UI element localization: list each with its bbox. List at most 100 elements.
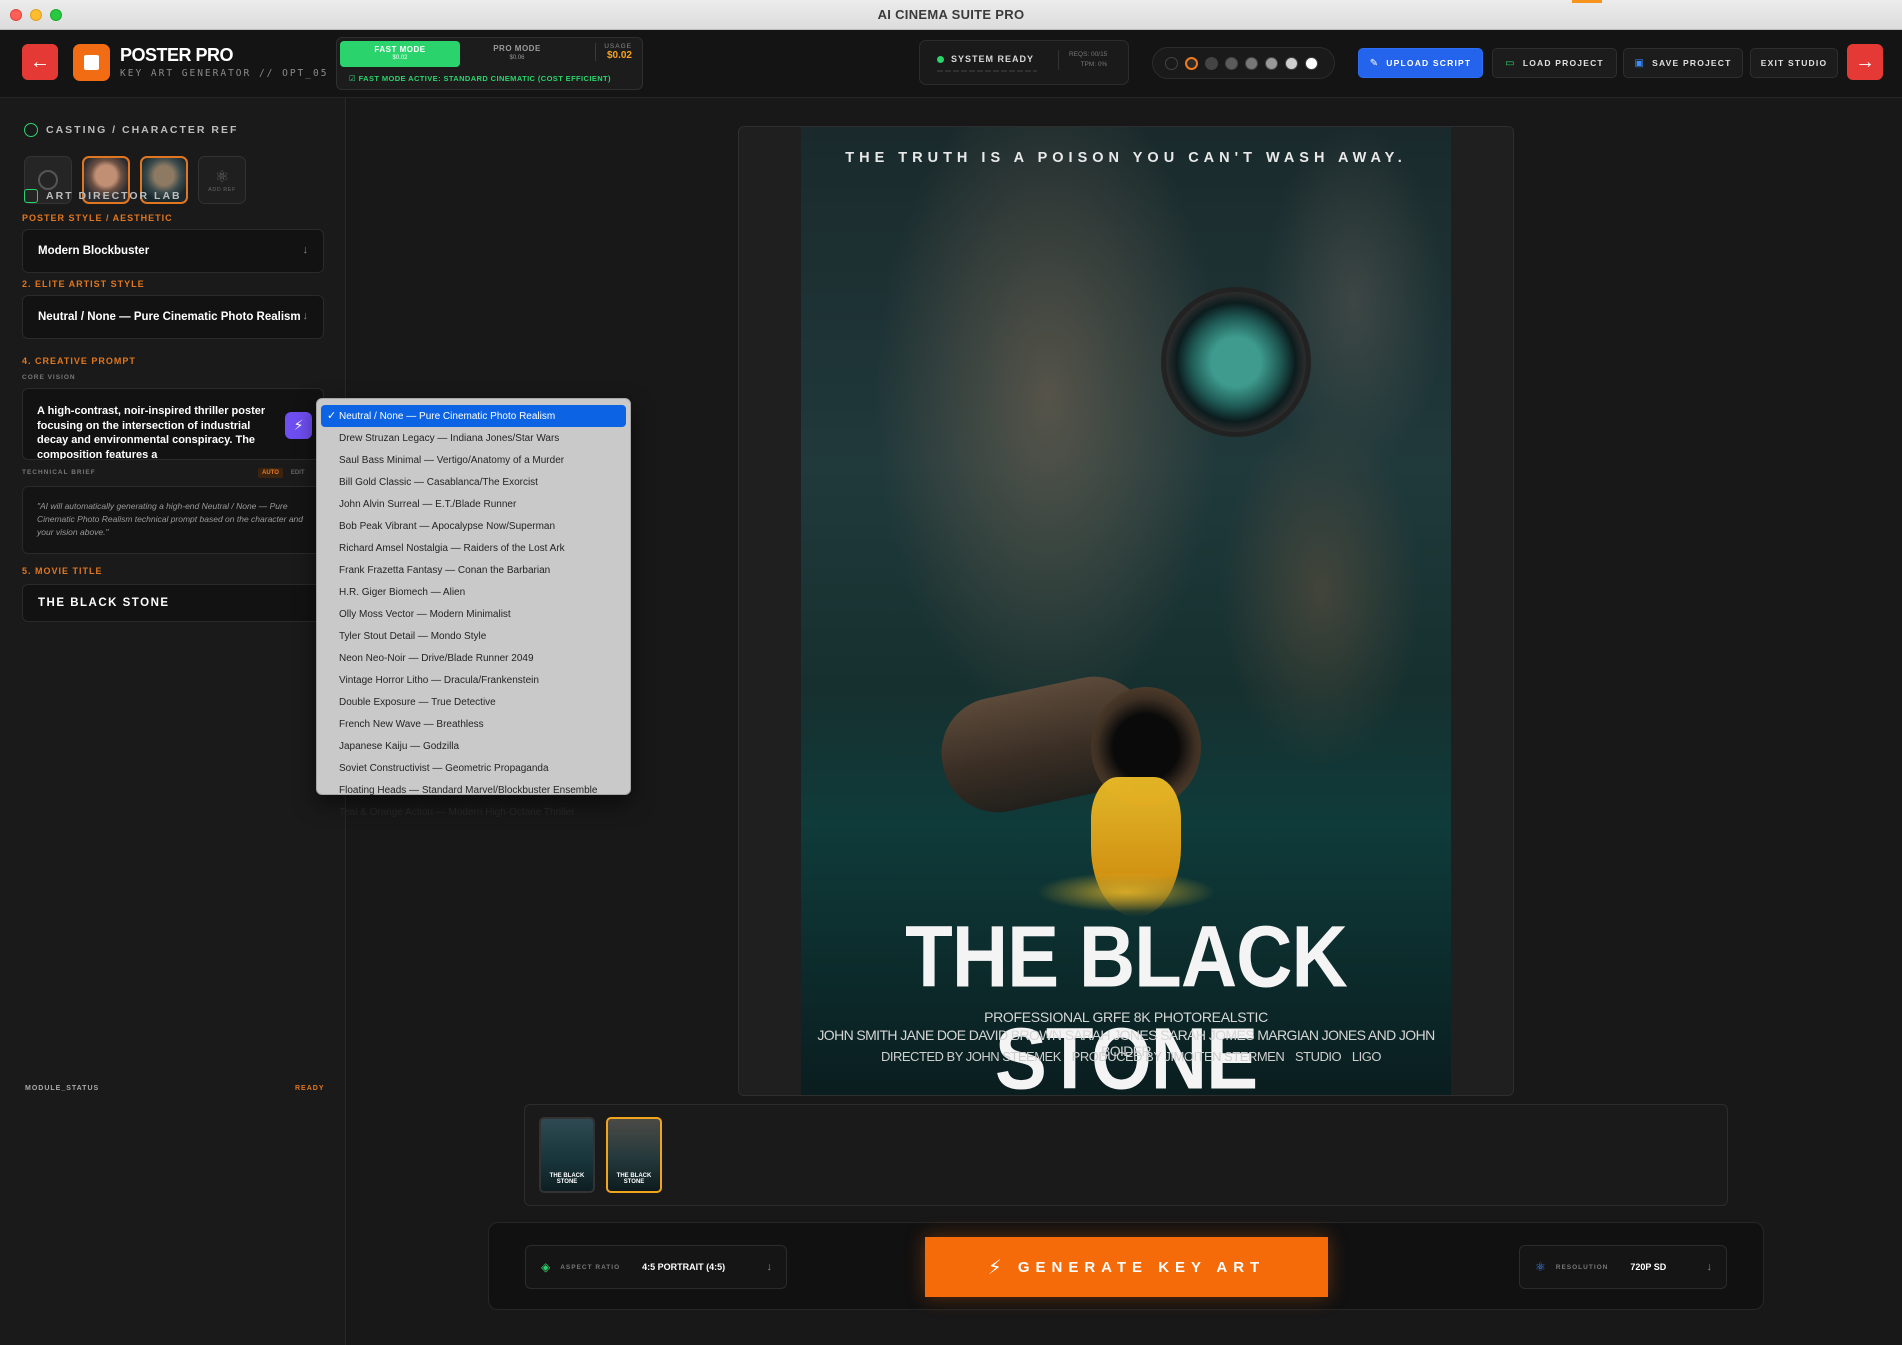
tone-swatch[interactable] (1265, 56, 1278, 70)
dropdown-option[interactable]: Tyler Stout Detail — Mondo Style (321, 625, 626, 647)
pro-mode-button[interactable]: PRO MODE $0.06 (467, 44, 567, 61)
save-icon: ▣ (1634, 57, 1646, 69)
back-button[interactable]: ← (22, 44, 58, 80)
load-project-button[interactable]: ▭ LOAD PROJECT (1492, 48, 1617, 78)
system-load-bar (937, 70, 1037, 72)
mode-selector: FAST MODE $0.02 PRO MODE $0.06 USAGE $0.… (336, 37, 643, 90)
technical-brief-label: TECHNICAL BRIEF (22, 469, 96, 476)
enhance-prompt-button[interactable]: ⚡ (285, 412, 312, 439)
save-project-button[interactable]: ▣ SAVE PROJECT (1623, 48, 1743, 78)
generation-control-bar: ◈ ASPECT RATIO 4:5 PORTRAIT (4:5) ↓ ⚡ GE… (488, 1222, 1764, 1310)
history-thumbnail-2[interactable]: THE BLACK STONE (606, 1117, 662, 1193)
edit-tag[interactable]: EDIT (287, 468, 309, 478)
mode-status-message: ☑ FAST MODE ACTIVE: STANDARD CINEMATIC (… (349, 74, 611, 83)
add-ref-label: ADD REF (208, 187, 236, 193)
check-icon: ☑ (349, 74, 359, 83)
fast-mode-button[interactable]: FAST MODE $0.02 (340, 41, 460, 67)
poster-preview-frame: THE TRUTH IS A POISON YOU CAN'T WASH AWA… (738, 126, 1514, 1096)
tone-swatch[interactable] (1165, 56, 1178, 70)
creative-prompt-label: 4. CREATIVE PROMPT (22, 356, 136, 366)
core-vision-textarea[interactable]: A high-contrast, noir-inspired thriller … (22, 388, 324, 460)
user-placeholder-icon (38, 170, 58, 190)
folder-icon: ▭ (1505, 57, 1516, 69)
arrow-left-icon: ← (30, 50, 50, 73)
requests-count: REQS: 00/15 (1069, 51, 1108, 58)
tone-swatch[interactable] (1285, 56, 1298, 70)
system-stats: REQS: 00/15 TPM: 0% (1058, 50, 1107, 70)
dropdown-option[interactable]: Drew Struzan Legacy — Indiana Jones/Star… (321, 427, 626, 449)
dropdown-option[interactable]: Bob Peak Vibrant — Apocalypse Now/Superm… (321, 515, 626, 537)
layers-icon: ◈ (541, 1260, 551, 1274)
fast-mode-price: $0.02 (392, 55, 408, 61)
exit-studio-button[interactable]: EXIT STUDIO (1750, 48, 1838, 78)
poster-preview: THE TRUTH IS A POISON YOU CAN'T WASH AWA… (801, 127, 1451, 1095)
dropdown-option[interactable]: Bill Gold Classic — Casablanca/The Exorc… (321, 471, 626, 493)
dropdown-option[interactable]: Saul Bass Minimal — Vertigo/Anatomy of a… (321, 449, 626, 471)
poster-style-select[interactable]: Modern Blockbuster ↓ (22, 229, 324, 273)
aspect-ratio-select[interactable]: ◈ ASPECT RATIO 4:5 PORTRAIT (4:5) ↓ (525, 1245, 787, 1289)
auto-tag[interactable]: AUTO (258, 468, 283, 478)
dropdown-option[interactable]: John Alvin Surreal — E.T./Blade Runner (321, 493, 626, 515)
poster-director-credit: DIRECTED BY JOHN STEEMEK (881, 1049, 1061, 1064)
tone-swatch[interactable] (1305, 56, 1318, 70)
dropdown-option[interactable]: Floating Heads — Standard Marvel/Blockbu… (321, 779, 626, 801)
fast-mode-label: FAST MODE (374, 45, 426, 54)
tpm-value: TPM: 0% (1080, 61, 1108, 68)
minimize-window-button[interactable] (30, 9, 42, 21)
forward-button[interactable]: → (1847, 44, 1883, 80)
tone-swatch[interactable] (1185, 56, 1198, 70)
dropdown-option[interactable]: Vintage Horror Litho — Dracula/Frankenst… (321, 669, 626, 691)
lightning-icon: ⚡ (293, 417, 304, 433)
dropdown-option[interactable]: Neon Neo-Noir — Drive/Blade Runner 2049 (321, 647, 626, 669)
artist-style-label: 2. ELITE ARTIST STYLE (22, 279, 145, 289)
tone-swatch[interactable] (1245, 56, 1258, 70)
app-title: POSTER PRO (120, 45, 234, 65)
app-header: ← POSTER PRO KEY ART GENERATOR // OPT_05… (0, 30, 1902, 98)
app-subtitle: KEY ART GENERATOR // OPT_05 (120, 68, 329, 79)
generate-key-art-label: GENERATE KEY ART (1017, 1258, 1266, 1276)
thumbnail-label: THE BLACK STONE (616, 1173, 652, 1185)
core-vision-text: A high-contrast, noir-inspired thriller … (37, 405, 266, 460)
mode-status-text: FAST MODE ACTIVE: STANDARD CINEMATIC (CO… (358, 74, 611, 83)
system-status-text: SYSTEM READY (951, 54, 1035, 64)
history-thumbnail-1[interactable]: THE BLACK STONE (539, 1117, 595, 1193)
dropdown-option[interactable]: Olly Moss Vector — Modern Minimalist (321, 603, 626, 625)
movie-title-input[interactable]: THE BLACK STONE (22, 584, 324, 622)
dropdown-option[interactable]: Soviet Constructivist — Geometric Propag… (321, 757, 626, 779)
upload-script-button[interactable]: ✎ UPLOAD SCRIPT (1358, 48, 1483, 78)
dropdown-option[interactable]: Neutral / None — Pure Cinematic Photo Re… (321, 405, 626, 427)
tone-swatch[interactable] (1205, 56, 1218, 70)
artist-style-dropdown-menu: Neutral / None — Pure Cinematic Photo Re… (316, 398, 631, 818)
save-project-label: SAVE PROJECT (1652, 58, 1732, 68)
tone-swatch[interactable] (1225, 56, 1238, 70)
arrow-right-icon: → (1855, 50, 1875, 73)
generate-key-art-button[interactable]: ⚡ GENERATE KEY ART (925, 1237, 1328, 1297)
lightning-icon: ⚡ (987, 1256, 1002, 1279)
aspect-ratio-label: ASPECT RATIO (560, 1263, 621, 1271)
close-window-button[interactable] (10, 9, 22, 21)
resolution-select[interactable]: ⚛ RESOLUTION 720P SD ↓ (1519, 1245, 1727, 1289)
atom-icon: ⚛ (1535, 1260, 1546, 1274)
casting-header: CASTING / CHARACTER REF (24, 123, 238, 137)
exit-studio-label: EXIT STUDIO (1760, 58, 1828, 68)
zoom-window-button[interactable] (50, 9, 62, 21)
core-vision-label: CORE VISION (22, 374, 76, 381)
dropdown-option[interactable]: Teal & Orange Action — Modern High-Octan… (321, 801, 626, 823)
technical-brief-mode: AUTO EDIT (258, 468, 309, 478)
add-ref-button[interactable]: ⚛ ADD REF (198, 156, 246, 204)
dropdown-option[interactable]: Double Exposure — True Detective (321, 691, 626, 713)
dropdown-option[interactable]: Richard Amsel Nostalgia — Raiders of the… (321, 537, 626, 559)
palette-icon (24, 189, 38, 203)
window-controls (10, 9, 62, 21)
art-director-lab-header: ART DIRECTOR LAB (24, 189, 182, 203)
upload-script-label: UPLOAD SCRIPT (1386, 58, 1472, 68)
dropdown-option[interactable]: Frank Frazetta Fantasy — Conan the Barba… (321, 559, 626, 581)
dropdown-option[interactable]: Japanese Kaiju — Godzilla (321, 735, 626, 757)
module-status-label: MODULE_STATUS (25, 1085, 100, 1092)
poster-title: THE BLACK STONE (905, 907, 1348, 1095)
dropdown-option[interactable]: French New Wave — Breathless (321, 713, 626, 735)
artist-style-select[interactable]: Neutral / None — Pure Cinematic Photo Re… (22, 295, 324, 339)
dropdown-option[interactable]: H.R. Giger Biomech — Alien (321, 581, 626, 603)
art-director-lab-text: ART DIRECTOR LAB (46, 190, 182, 202)
square-logo-icon (84, 55, 99, 70)
